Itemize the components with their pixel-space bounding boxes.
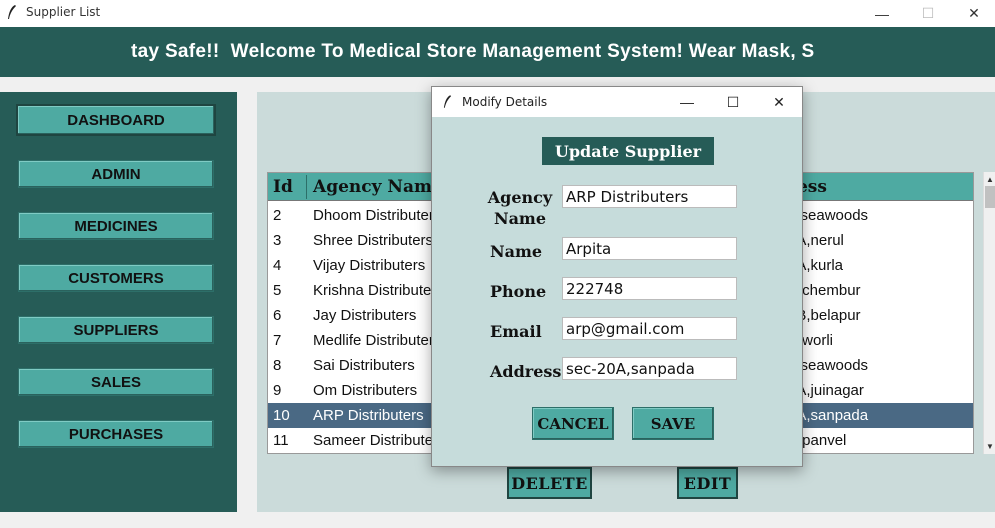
cell-id: 11	[273, 432, 289, 449]
cell-id: 3	[273, 232, 282, 249]
cell-agency-name: Vijay Distributers	[313, 257, 426, 274]
address-label: Address	[490, 362, 562, 381]
column-header-agency[interactable]: Agency Name	[313, 177, 443, 197]
cell-id: 5	[273, 282, 282, 299]
dialog-close-button[interactable]: ✕	[756, 87, 802, 117]
dialog-maximize-button[interactable]: ☐	[710, 87, 756, 117]
cell-agency-name: Sai Distributers	[313, 357, 415, 374]
cell-id: 8	[273, 357, 282, 374]
table-scrollbar[interactable]: ▲ ▼	[983, 172, 995, 454]
cell-id: 7	[273, 332, 282, 349]
agency-name-input[interactable]	[562, 185, 737, 208]
sidebar-item-purchases[interactable]: PURCHASES	[18, 420, 214, 448]
save-button[interactable]: SAVE	[632, 407, 714, 440]
sidebar-item-dashboard[interactable]: DASHBOARD	[16, 104, 216, 136]
window-title: Supplier List	[26, 5, 101, 19]
sidebar-item-customers[interactable]: CUSTOMERS	[18, 264, 214, 292]
feather-icon	[443, 95, 452, 108]
maximize-button[interactable]: ☐	[905, 0, 951, 27]
banner-text: tay Safe!! Welcome To Medical Store Mana…	[131, 41, 815, 62]
cell-id: 6	[273, 307, 282, 324]
address-input[interactable]	[562, 357, 737, 380]
dialog-title: Modify Details	[462, 95, 548, 109]
close-button[interactable]: ✕	[951, 0, 995, 27]
sidebar-item-admin[interactable]: ADMIN	[18, 160, 214, 188]
cancel-button[interactable]: CANCEL	[532, 407, 614, 440]
phone-input[interactable]	[562, 277, 737, 300]
minimize-button[interactable]: —	[859, 0, 905, 27]
name-input[interactable]	[562, 237, 737, 260]
cell-agency-name: Dhoom Distributer	[313, 207, 434, 224]
welcome-banner: tay Safe!! Welcome To Medical Store Mana…	[0, 27, 995, 77]
cell-id: 2	[273, 207, 282, 224]
sidebar	[0, 92, 237, 512]
cell-agency-name: Medlife Distributers	[313, 332, 442, 349]
sidebar-item-medicines[interactable]: MEDICINES	[18, 212, 214, 240]
email-input[interactable]	[562, 317, 737, 340]
column-header-id[interactable]: Id	[273, 177, 293, 197]
cell-agency-name: ARP Distributers	[313, 407, 424, 424]
window-titlebar: Supplier List — ☐ ✕	[0, 0, 995, 27]
cell-agency-name: Sameer Distribute	[313, 432, 434, 449]
cell-agency-name: Shree Distributers	[313, 232, 434, 249]
scroll-thumb[interactable]	[985, 186, 995, 208]
edit-button[interactable]: EDIT	[677, 467, 738, 499]
dialog-heading: Update Supplier	[542, 137, 714, 165]
scroll-down-icon[interactable]: ▼	[984, 440, 995, 452]
column-divider[interactable]	[306, 175, 307, 199]
cell-agency-name: Krishna Distributer	[313, 282, 437, 299]
dialog-titlebar: Modify Details — ☐ ✕	[432, 87, 802, 117]
cell-id: 10	[273, 407, 290, 424]
name-label: Name	[490, 242, 543, 261]
cell-agency-name: Jay Distributers	[313, 307, 417, 324]
phone-label: Phone	[490, 282, 547, 301]
modify-details-dialog: Modify Details — ☐ ✕ Update Supplier Age…	[431, 86, 803, 467]
cell-agency-name: Om Distributers	[313, 382, 418, 399]
sidebar-item-sales[interactable]: SALES	[18, 368, 214, 396]
agency-name-label: Agency Name	[487, 188, 553, 228]
cell-id: 4	[273, 257, 282, 274]
delete-button[interactable]: DELETE	[507, 467, 592, 499]
email-label: Email	[490, 322, 542, 341]
scroll-up-icon[interactable]: ▲	[984, 173, 995, 185]
sidebar-item-suppliers[interactable]: SUPPLIERS	[18, 316, 214, 344]
feather-icon	[8, 5, 16, 19]
dialog-minimize-button[interactable]: —	[664, 87, 710, 117]
cell-id: 9	[273, 382, 282, 399]
